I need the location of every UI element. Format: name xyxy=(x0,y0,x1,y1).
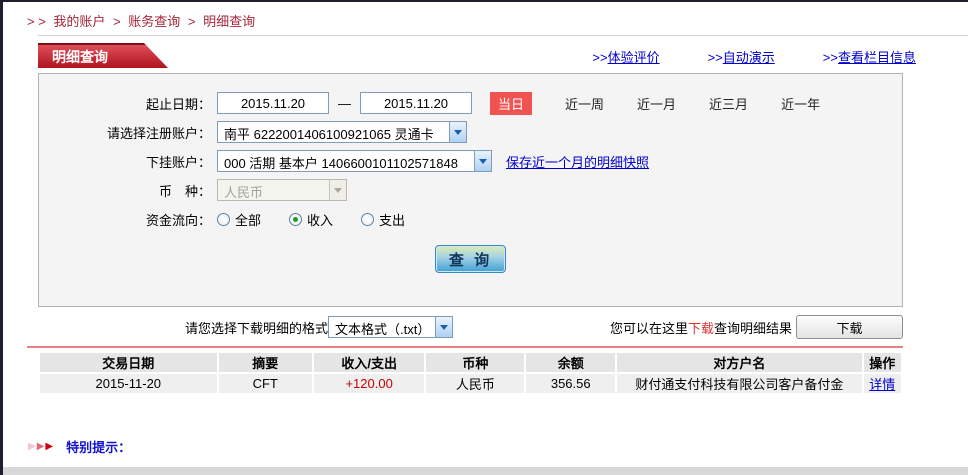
flow-expense-radio[interactable] xyxy=(361,212,375,226)
date-separator: — xyxy=(338,95,351,111)
cell-summary: CFT xyxy=(218,374,312,393)
table-row: 2015-11-20 CFT +120.00 人民币 356.56 财付通支付科… xyxy=(40,374,901,393)
fund-flow-label: 资金流向： xyxy=(145,212,211,228)
registered-account-select[interactable]: 南平 6222001406100921065 灵通卡 xyxy=(217,121,467,143)
cell-currency: 人民币 xyxy=(426,374,525,393)
transaction-table: 交易日期 摘要 收入/支出 币种 余额 对方户名 操作 2015-11-20 C… xyxy=(38,351,903,395)
col-date: 交易日期 xyxy=(40,353,217,372)
currency-row: 币 种： 人民币 xyxy=(39,179,902,201)
link-view-column-info[interactable]: >>查看栏目信息 xyxy=(823,47,916,66)
download-hint: 您可以在这里下载查询明细结果 xyxy=(609,320,792,336)
cell-amount: +120.00 xyxy=(313,374,425,393)
tab-detail-query: 明细查询 xyxy=(38,43,168,68)
query-button[interactable]: 查 询 xyxy=(435,245,506,273)
download-row: 请您选择下载明细的格式 文本格式（.txt） 您可以在这里下载查询明细结果 下载 xyxy=(38,315,903,339)
download-format-value: 文本格式（.txt） xyxy=(335,322,431,337)
col-counterparty: 对方户名 xyxy=(617,353,862,372)
snapshot-link[interactable]: 保存近一个月的明细快照 xyxy=(506,152,649,171)
download-format-select[interactable]: 文本格式（.txt） xyxy=(328,316,454,338)
footer-bar xyxy=(3,467,968,475)
flow-expense-label: 支出 xyxy=(379,212,406,228)
breadcrumb-separator: > xyxy=(187,14,196,29)
sub-account-select[interactable]: 000 活期 基本户 1406600101102571848 xyxy=(217,150,492,172)
col-amount: 收入/支出 xyxy=(313,353,425,372)
notice-title: 特别提示： xyxy=(66,440,132,455)
triangle-icon: ▶ xyxy=(28,440,36,452)
download-hint-highlight: 下载 xyxy=(687,320,714,336)
col-action: 操作 xyxy=(863,353,901,372)
flow-income-label: 收入 xyxy=(307,212,334,228)
cell-date: 2015-11-20 xyxy=(40,374,217,393)
currency-select: 人民币 xyxy=(217,179,347,201)
table-top-divider xyxy=(27,346,903,348)
cell-balance: 356.56 xyxy=(526,374,616,393)
triangle-icon: ▶ xyxy=(45,440,54,452)
flow-all-label: 全部 xyxy=(235,212,262,228)
notice-header: ▶ ▶ ▶ 特别提示： xyxy=(28,437,968,456)
range-today-button[interactable]: 当日 xyxy=(490,91,533,115)
currency-label: 币 种： xyxy=(158,183,211,199)
registered-account-label: 请选择注册账户： xyxy=(106,125,211,141)
breadcrumb: > > 我的账户 > 账务查询 > 明细查询 xyxy=(0,2,968,35)
chevron-down-icon[interactable] xyxy=(449,122,466,142)
col-currency: 币种 xyxy=(426,353,525,372)
table-header-row: 交易日期 摘要 收入/支出 币种 余额 对方户名 操作 xyxy=(40,353,901,372)
scroll-top-icon xyxy=(636,470,652,475)
registered-account-row: 请选择注册账户： 南平 6222001406100921065 灵通卡 xyxy=(39,121,902,143)
fund-flow-row: 资金流向： 全部 收入 支出 xyxy=(39,208,902,230)
date-to-input[interactable] xyxy=(360,92,472,114)
link-auto-demo[interactable]: >>自动演示 xyxy=(708,47,775,66)
col-summary: 摘要 xyxy=(218,353,312,372)
page-left-frame xyxy=(0,2,3,475)
currency-value: 人民币 xyxy=(224,185,264,200)
breadcrumb-divider xyxy=(38,35,968,36)
sub-account-value: 000 活期 基本户 1406600101102571848 xyxy=(224,156,458,171)
breadcrumb-item-my-account[interactable]: 我的账户 xyxy=(53,14,105,29)
download-format-label: 请您选择下载明细的格式 xyxy=(185,320,329,336)
header-links: >>体验评价 >>自动演示 >>查看栏目信息 xyxy=(592,43,916,66)
chevron-down-icon[interactable] xyxy=(435,317,453,337)
breadcrumb-prefix-icon: > > xyxy=(27,14,46,29)
sub-account-row: 下挂账户： 000 活期 基本户 1406600101102571848 保存近… xyxy=(39,150,902,172)
download-button[interactable]: 下载 xyxy=(796,315,903,339)
query-form-panel: 起止日期： — 当日 近一周 近一月 近三月 近一年 请选择注册账户： 南平 6… xyxy=(38,73,903,307)
detail-link[interactable]: 详情 xyxy=(869,377,895,392)
date-range-label: 起止日期： xyxy=(145,96,211,112)
range-week-button[interactable]: 近一周 xyxy=(565,94,604,113)
sub-account-label: 下挂账户： xyxy=(145,154,211,170)
triangle-icon: ▶ xyxy=(36,440,45,452)
breadcrumb-item-detail-query[interactable]: 明细查询 xyxy=(203,14,255,29)
link-experience-review[interactable]: >>体验评价 xyxy=(592,47,659,66)
date-range-row: 起止日期： — 当日 近一周 近一月 近三月 近一年 xyxy=(39,91,902,115)
cell-counterparty: 财付通支付科技有限公司客户备付金 xyxy=(617,374,862,393)
chevron-down-icon xyxy=(329,180,346,200)
breadcrumb-item-account-query[interactable]: 账务查询 xyxy=(128,14,180,29)
chevron-down-icon[interactable] xyxy=(474,151,491,171)
range-month-button[interactable]: 近一月 xyxy=(637,94,676,113)
range-year-button[interactable]: 近一年 xyxy=(781,94,820,113)
date-from-input[interactable] xyxy=(217,92,329,114)
flow-income-radio[interactable] xyxy=(289,212,303,226)
col-balance: 余额 xyxy=(526,353,616,372)
flow-all-radio[interactable] xyxy=(217,212,230,226)
registered-account-value: 南平 6222001406100921065 灵通卡 xyxy=(224,127,434,142)
breadcrumb-separator: > xyxy=(113,14,121,29)
range-quarter-button[interactable]: 近三月 xyxy=(709,94,748,113)
tab-row: 明细查询 >>体验评价 >>自动演示 >>查看栏目信息 xyxy=(38,43,968,73)
